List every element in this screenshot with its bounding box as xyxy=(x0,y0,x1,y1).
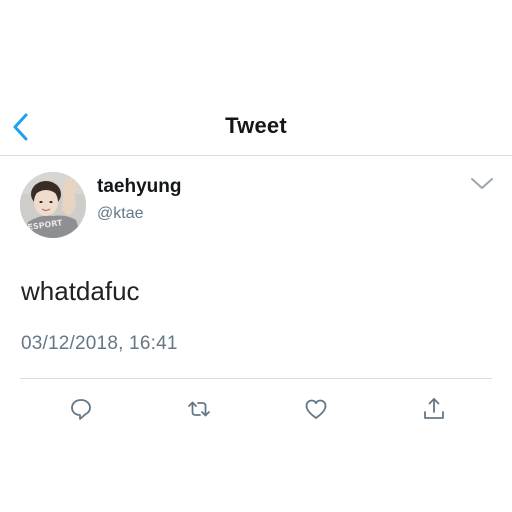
chevron-down-icon xyxy=(471,178,493,189)
divider xyxy=(20,378,492,379)
like-button[interactable] xyxy=(302,395,330,423)
share-button[interactable] xyxy=(420,395,448,423)
tweet-text: whatdafuc xyxy=(21,276,140,306)
retweet-button[interactable] xyxy=(185,395,213,423)
heart-icon xyxy=(305,399,327,419)
author-display-name[interactable]: taehyung xyxy=(97,176,181,198)
tweet-menu-button[interactable] xyxy=(468,174,496,194)
share-icon xyxy=(424,398,444,419)
reply-icon xyxy=(71,399,91,420)
tweet-detail-screen: Tweet ESPORT taehyung @ktae whatdafuc 03… xyxy=(0,0,512,512)
page-title: Tweet xyxy=(225,113,287,138)
tweet-timestamp: 03/12/2018, 16:41 xyxy=(21,333,178,354)
reply-button[interactable] xyxy=(67,395,95,423)
avatar-photo: ESPORT xyxy=(20,172,86,238)
author-handle[interactable]: @ktae xyxy=(97,205,143,223)
navigation-bar: Tweet xyxy=(0,100,512,156)
avatar[interactable]: ESPORT xyxy=(20,172,86,238)
retweet-icon xyxy=(188,401,210,417)
